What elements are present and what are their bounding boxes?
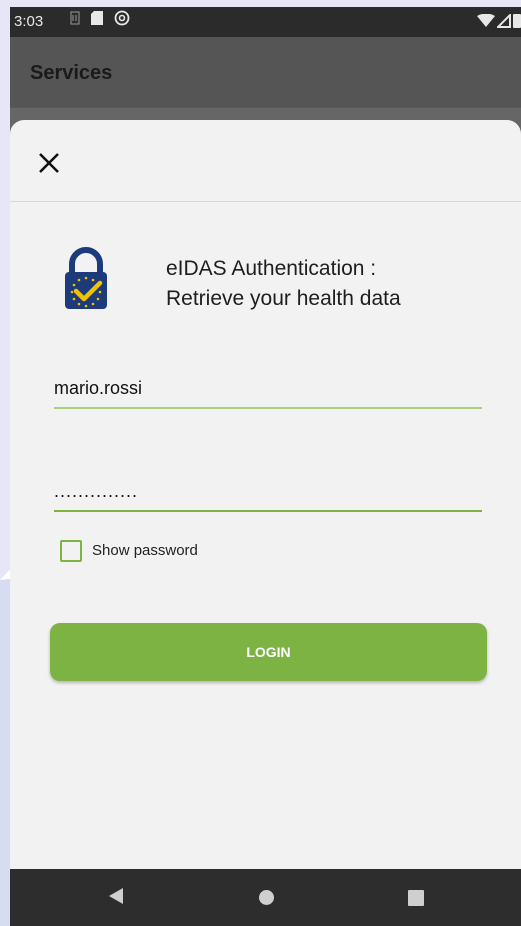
app-bar-title: Services <box>30 62 113 84</box>
dialog-title-line2: Retrieve your health data <box>166 287 401 310</box>
vpn-icon <box>114 10 130 26</box>
sim-card-icon <box>70 11 80 25</box>
status-icons-right <box>477 13 521 28</box>
login-bottom-sheet: eIDAS Authentication : Retrieve your hea… <box>10 120 521 880</box>
status-bar: 3:03 <box>10 7 521 37</box>
app-bar: Services <box>10 37 521 107</box>
status-icons-left <box>70 10 130 26</box>
phone-screen: 3:03 Services eIDAS Authentication: Ret… <box>10 7 521 926</box>
eidas-lock-icon <box>65 247 107 309</box>
show-password-checkbox[interactable] <box>60 540 82 562</box>
back-icon[interactable] <box>108 887 124 905</box>
close-icon[interactable] <box>34 148 64 178</box>
app-bar-divider <box>10 107 521 108</box>
login-button[interactable]: LOGIN <box>50 623 487 681</box>
home-icon[interactable] <box>259 890 274 905</box>
battery-icon <box>513 14 521 28</box>
signal-icon <box>497 13 511 28</box>
dialog-title-line1: eIDAS Authentication : <box>166 257 377 280</box>
password-field[interactable] <box>54 472 482 512</box>
sheet-header-divider <box>10 201 521 202</box>
username-field[interactable] <box>54 369 482 409</box>
recents-icon[interactable] <box>408 890 424 906</box>
wifi-icon <box>477 13 495 27</box>
show-password-label[interactable]: Show password <box>92 542 198 559</box>
navigation-bar <box>10 869 521 926</box>
status-time: 3:03 <box>14 13 44 30</box>
sd-card-icon <box>91 11 103 25</box>
dialog-title: eIDAS Authentication : Retrieve your hea… <box>166 254 496 314</box>
